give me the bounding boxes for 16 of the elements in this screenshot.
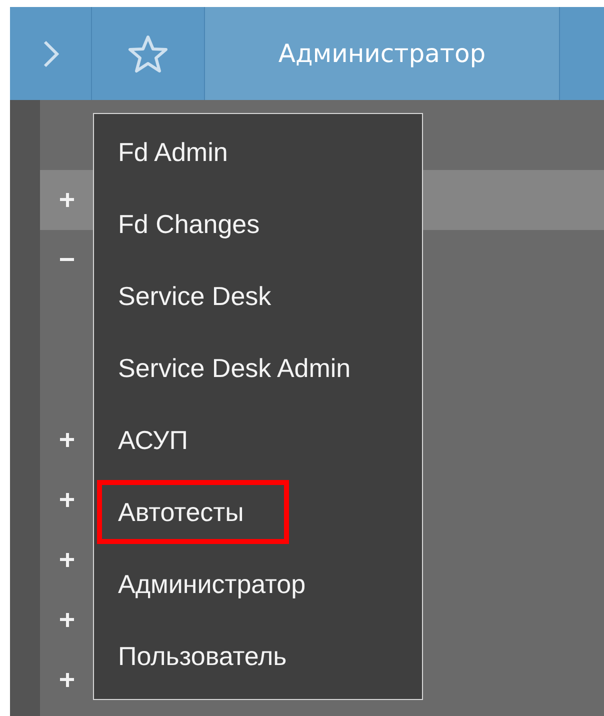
menu-item[interactable]: Администратор (94, 548, 306, 620)
expand-icon[interactable] (60, 193, 74, 207)
menu-item[interactable]: Service Desk (94, 260, 272, 332)
expand-icon[interactable] (60, 673, 74, 687)
star-icon (128, 34, 168, 72)
menu-item[interactable]: Fd Admin (94, 116, 228, 188)
chevron-right-icon (42, 40, 58, 68)
menu-item[interactable]: Service Desk Admin (94, 332, 351, 404)
menu-item[interactable]: Автотесты (97, 480, 289, 544)
expand-icon[interactable] (60, 493, 74, 507)
expand-icon[interactable] (60, 553, 74, 567)
expand-icon[interactable] (60, 433, 74, 447)
menu-item[interactable]: АСУП (94, 404, 188, 476)
menu-item[interactable]: Пользователь (94, 620, 287, 692)
menu-item[interactable]: Fd Changes (94, 188, 260, 260)
expand-icon[interactable] (60, 613, 74, 627)
